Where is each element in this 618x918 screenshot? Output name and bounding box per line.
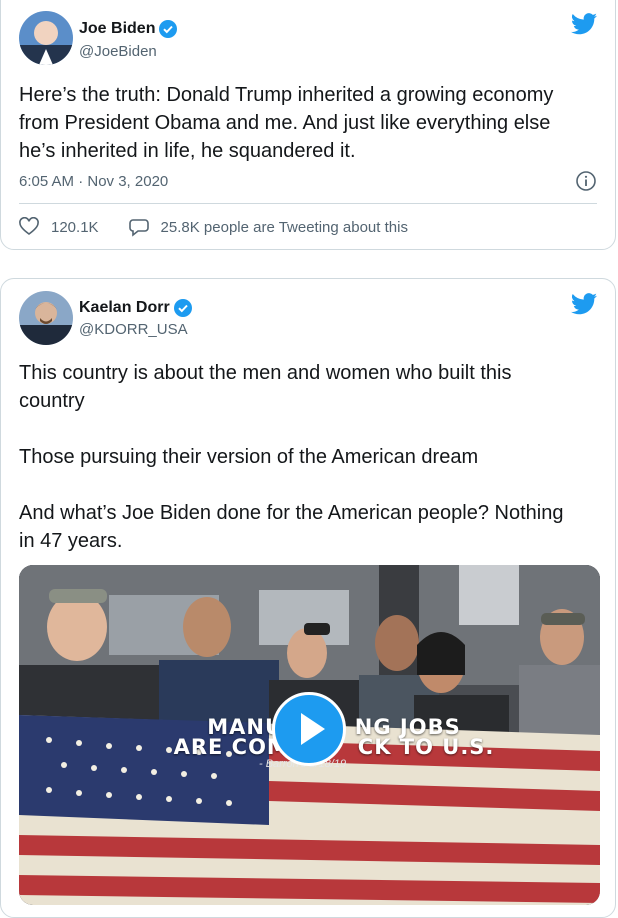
video-media[interactable]: MANUFA NG JOBS ARE COMIN CK TO U.S. - Ba… (19, 565, 600, 905)
info-icon[interactable] (575, 170, 597, 192)
play-button[interactable] (272, 692, 346, 766)
twitter-bird-icon[interactable] (571, 293, 597, 315)
tweeting-about-link[interactable]: 25.8K people are Tweeting about this (161, 219, 408, 236)
play-icon (301, 713, 325, 745)
reply-icon[interactable] (128, 217, 149, 237)
verified-badge-icon (159, 20, 178, 38)
tweet-text: Here’s the truth: Donald Trump inherited… (19, 84, 554, 162)
author-name[interactable]: Joe Biden (79, 20, 178, 38)
author-handle[interactable]: @KDORR_USA (79, 321, 188, 338)
timestamp[interactable]: 6:05 AM · Nov 3, 2020 (19, 173, 168, 190)
like-count[interactable]: 120.1K (51, 219, 99, 236)
avatar[interactable] (19, 11, 73, 65)
tweet-text: This country is about the men and women … (19, 362, 564, 552)
twitter-bird-icon[interactable] (571, 13, 597, 35)
tweet-actions: 120.1K 25.8K people are Tweeting about t… (19, 216, 408, 237)
author-name-text[interactable]: Joe Biden (79, 20, 155, 38)
author-name[interactable]: Kaelan Dorr (79, 299, 192, 317)
verified-badge-icon (173, 299, 192, 317)
author-handle[interactable]: @JoeBiden (79, 43, 157, 60)
divider (19, 203, 597, 204)
author-name-text[interactable]: Kaelan Dorr (79, 299, 170, 317)
tweet-card-biden[interactable]: Joe Biden @JoeBiden Here’s the truth: Do… (0, 0, 616, 250)
avatar[interactable] (19, 291, 73, 345)
tweet-card-dorr[interactable]: Kaelan Dorr @KDORR_USA This country is a… (0, 278, 616, 918)
heart-icon[interactable] (19, 216, 39, 237)
